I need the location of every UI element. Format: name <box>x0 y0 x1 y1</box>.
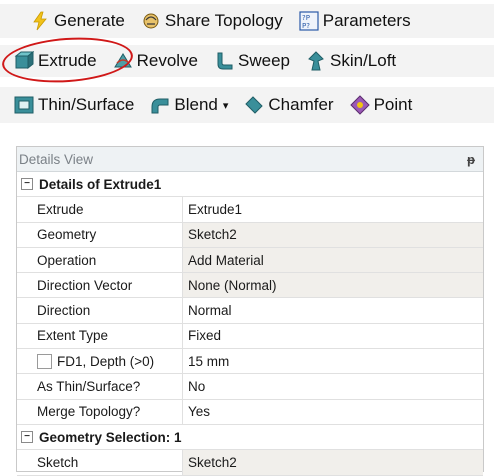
lightning-icon <box>30 11 50 31</box>
generate-button[interactable]: Generate <box>30 11 125 31</box>
sweep-icon <box>214 51 234 71</box>
parameters-button[interactable]: ?P P? Parameters <box>299 11 411 31</box>
property-value[interactable]: Add Material <box>183 247 483 273</box>
property-value[interactable]: Fixed <box>183 324 483 348</box>
property-name-cell: As Thin/Surface? <box>37 374 183 399</box>
extrude-label: Extrude <box>38 51 97 70</box>
blend-button[interactable]: Blend ▾ <box>150 95 228 115</box>
property-value[interactable]: Sketch2 <box>183 222 483 247</box>
property-value[interactable]: Yes <box>183 400 483 424</box>
property-name-cell: Sketch <box>37 450 183 475</box>
share-topology-button[interactable]: Share Topology <box>141 11 283 31</box>
point-icon <box>349 95 370 115</box>
property-row[interactable]: Operation Add Material <box>17 247 483 274</box>
property-value[interactable]: None (Normal) <box>183 273 483 298</box>
property-name: Merge Topology? <box>37 404 141 420</box>
toolbar-row-1: Generate Share Topology ?P P? Parameters <box>0 4 494 38</box>
chamfer-icon <box>244 95 264 115</box>
property-name-cell: Direction Vector <box>37 273 183 298</box>
property-name-cell: FD1, Depth (>0) <box>37 349 183 374</box>
parameters-icon: ?P P? <box>299 11 319 31</box>
property-name-cell: Extrude <box>37 197 183 222</box>
property-name-cell: Geometry <box>37 222 183 247</box>
property-name: Geometry <box>37 227 97 243</box>
group-geometry-selection: − Geometry Selection: 1 <box>17 424 483 451</box>
revolve-button[interactable]: Revolve <box>113 51 198 71</box>
thin-surface-label: Thin/Surface <box>38 95 135 114</box>
sweep-label: Sweep <box>238 51 290 70</box>
property-name: Extrude <box>37 201 84 217</box>
chamfer-label: Chamfer <box>268 95 334 114</box>
details-view-header: Details View ᵽ <box>17 147 483 172</box>
property-value[interactable]: Extrude1 <box>183 197 483 221</box>
collapse-toggle-icon[interactable]: − <box>21 431 33 444</box>
skin-loft-icon <box>306 51 326 71</box>
skin-loft-label: Skin/Loft <box>330 51 397 70</box>
pin-icon[interactable]: ᵽ <box>467 152 475 167</box>
sweep-button[interactable]: Sweep <box>214 51 290 71</box>
group-title: Details of Extrude1 <box>39 176 162 192</box>
property-row[interactable]: FD1, Depth (>0) 15 mm <box>17 349 483 375</box>
skin-loft-button[interactable]: Skin/Loft <box>306 51 396 71</box>
property-name-cell: Merge Topology? <box>37 399 183 424</box>
group-title: Geometry Selection: 1 <box>39 429 182 445</box>
property-name: Direction Vector <box>37 277 133 293</box>
svg-text:?P: ?P <box>302 14 310 22</box>
generate-label: Generate <box>54 11 125 30</box>
blend-label: Blend <box>174 95 218 114</box>
toolbar-row-3: Thin/Surface Blend ▾ Chamfer Point <box>0 87 494 123</box>
toolbar-row-2: Extrude Revolve Sweep Skin/Loft <box>0 45 494 77</box>
property-row[interactable]: Geometry Sketch2 <box>17 222 483 248</box>
property-name-cell: Direction <box>37 298 183 323</box>
blend-dropdown-icon[interactable]: ▾ <box>223 99 229 112</box>
details-view-title: Details View <box>19 151 94 167</box>
property-value[interactable]: Normal <box>183 298 483 322</box>
point-label: Point <box>373 95 413 114</box>
collapse-toggle-icon[interactable]: − <box>21 178 33 191</box>
property-value[interactable]: Sketch2 <box>183 450 483 475</box>
extrude-icon <box>14 51 34 71</box>
point-button[interactable]: Point <box>349 95 413 115</box>
parameters-label: Parameters <box>322 11 411 30</box>
group-details-of-extrude: − Details of Extrude1 <box>17 172 483 198</box>
parameter-checkbox[interactable] <box>37 353 52 369</box>
details-view-panel: Details View ᵽ − Details of Extrude1 Ext… <box>16 146 484 476</box>
property-row[interactable]: Sketch Sketch2 <box>17 450 483 476</box>
property-row[interactable]: As Thin/Surface? No <box>17 374 483 400</box>
property-name: Sketch <box>37 454 79 470</box>
chamfer-button[interactable]: Chamfer <box>244 95 334 115</box>
property-row[interactable]: Direction Normal <box>17 298 483 324</box>
svg-text:P?: P? <box>302 22 310 30</box>
property-name: Direction <box>37 303 91 319</box>
property-name-cell: Extent Type <box>37 323 183 349</box>
property-row[interactable]: Merge Topology? Yes <box>17 399 483 425</box>
revolve-icon <box>113 51 133 71</box>
blend-icon <box>150 95 170 115</box>
property-row[interactable]: Direction Vector None (Normal) <box>17 273 483 299</box>
property-value[interactable]: 15 mm <box>183 349 483 373</box>
share-topology-label: Share Topology <box>164 11 283 30</box>
share-topology-icon <box>141 11 161 31</box>
property-name: FD1, Depth (>0) <box>57 353 155 369</box>
revolve-label: Revolve <box>136 51 199 70</box>
property-row[interactable]: Extrude Extrude1 <box>17 197 483 223</box>
thin-surface-icon <box>14 95 34 115</box>
thin-surface-button[interactable]: Thin/Surface <box>14 95 134 115</box>
property-row[interactable]: Extent Type Fixed <box>17 323 483 350</box>
property-name: Extent Type <box>37 328 109 344</box>
extrude-button[interactable]: Extrude <box>14 51 97 71</box>
property-name-cell: Operation <box>37 247 183 273</box>
property-value[interactable]: No <box>183 374 483 398</box>
property-name: Operation <box>37 252 97 268</box>
property-name: As Thin/Surface? <box>37 379 141 395</box>
